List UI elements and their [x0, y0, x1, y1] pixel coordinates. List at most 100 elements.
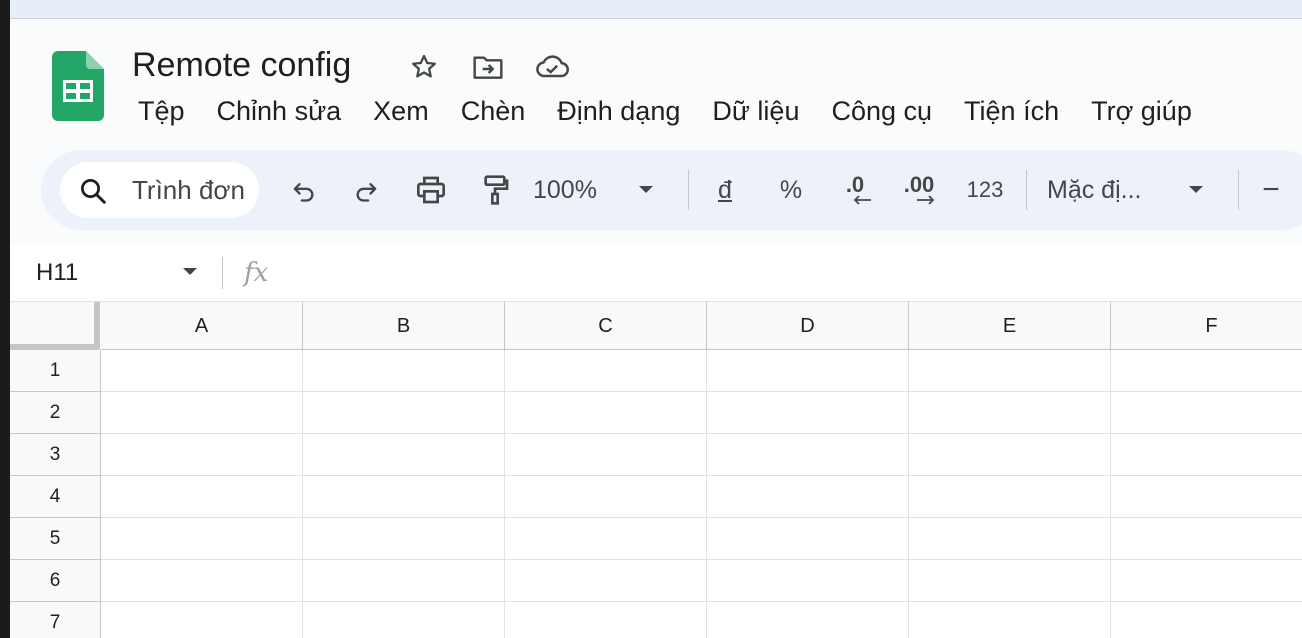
undo-icon[interactable]: [281, 166, 325, 214]
cell-d6[interactable]: [707, 560, 909, 602]
cell-b2[interactable]: [303, 392, 505, 434]
cell-b1[interactable]: [303, 350, 505, 392]
cell-c5[interactable]: [505, 518, 707, 560]
menu-search-text: Trình đơn: [132, 175, 245, 205]
menu-insert[interactable]: Chèn: [445, 91, 542, 131]
font-family-select[interactable]: Mặc đị...: [1047, 166, 1163, 214]
google-sheets-logo[interactable]: [52, 51, 104, 121]
toolbar-separator: [688, 170, 689, 210]
fx-icon: fx: [244, 258, 269, 288]
menu-format[interactable]: Định dạng: [541, 91, 696, 131]
menu-bar: Tệp Chỉnh sửa Xem Chèn Định dạng Dữ liệu…: [122, 91, 1208, 131]
menu-help[interactable]: Trợ giúp: [1075, 91, 1208, 131]
column-header-f[interactable]: F: [1111, 302, 1302, 350]
column-header-e[interactable]: E: [909, 302, 1111, 350]
currency-format-button[interactable]: đ: [705, 166, 745, 214]
zoom-value[interactable]: 100%: [533, 166, 615, 214]
menu-view[interactable]: Xem: [357, 91, 445, 131]
paint-format-icon[interactable]: [473, 166, 517, 214]
toolbar-separator: [1238, 170, 1239, 210]
cell-f1[interactable]: [1111, 350, 1302, 392]
document-title[interactable]: Remote config: [132, 45, 351, 85]
decrease-decimal-label: .0: [845, 172, 865, 197]
cell-f6[interactable]: [1111, 560, 1302, 602]
select-all-corner[interactable]: [10, 302, 100, 350]
cell-e7[interactable]: [909, 602, 1111, 638]
cell-c2[interactable]: [505, 392, 707, 434]
formula-input[interactable]: [300, 253, 1290, 293]
cell-d7[interactable]: [707, 602, 909, 638]
sheets-app: Remote config Tệp Chỉnh sửa Xem Chèn Địn…: [10, 19, 1302, 638]
cell-a2[interactable]: [101, 392, 303, 434]
cell-b4[interactable]: [303, 476, 505, 518]
cell-c4[interactable]: [505, 476, 707, 518]
font-size-decrease-button[interactable]: −: [1254, 166, 1288, 214]
row-header-2[interactable]: 2: [10, 392, 101, 434]
row-header-3[interactable]: 3: [10, 434, 101, 476]
column-header-d[interactable]: D: [707, 302, 909, 350]
cell-c3[interactable]: [505, 434, 707, 476]
cell-e2[interactable]: [909, 392, 1111, 434]
formula-separator: [222, 257, 223, 289]
cell-a1[interactable]: [101, 350, 303, 392]
cell-a3[interactable]: [101, 434, 303, 476]
cell-d3[interactable]: [707, 434, 909, 476]
row-header-1[interactable]: 1: [10, 350, 101, 392]
cell-e3[interactable]: [909, 434, 1111, 476]
cell-f4[interactable]: [1111, 476, 1302, 518]
column-header-b[interactable]: B: [303, 302, 505, 350]
more-formats-button[interactable]: 123: [961, 166, 1009, 214]
cell-a7[interactable]: [101, 602, 303, 638]
row-header-4[interactable]: 4: [10, 476, 101, 518]
column-header-c[interactable]: C: [505, 302, 707, 350]
cell-f2[interactable]: [1111, 392, 1302, 434]
cell-e4[interactable]: [909, 476, 1111, 518]
row-header-5[interactable]: 5: [10, 518, 101, 560]
cell-b3[interactable]: [303, 434, 505, 476]
formula-bar: H11 fx: [10, 245, 1302, 302]
cell-f3[interactable]: [1111, 434, 1302, 476]
name-box-dropdown-icon[interactable]: [182, 267, 198, 277]
cell-e1[interactable]: [909, 350, 1111, 392]
cell-f5[interactable]: [1111, 518, 1302, 560]
cell-c7[interactable]: [505, 602, 707, 638]
cell-b6[interactable]: [303, 560, 505, 602]
menu-tools[interactable]: Công cụ: [815, 91, 948, 131]
font-dropdown-icon[interactable]: [1181, 166, 1211, 214]
cell-a6[interactable]: [101, 560, 303, 602]
print-icon[interactable]: [409, 166, 453, 214]
percent-format-button[interactable]: %: [769, 166, 813, 214]
decrease-decimal-button[interactable]: .0: [831, 166, 879, 214]
cell-d1[interactable]: [707, 350, 909, 392]
cell-d5[interactable]: [707, 518, 909, 560]
menu-extensions[interactable]: Tiện ích: [948, 91, 1075, 131]
cell-a4[interactable]: [101, 476, 303, 518]
cell-c6[interactable]: [505, 560, 707, 602]
cell-a5[interactable]: [101, 518, 303, 560]
toolbar: Trình đơn 100% đ % .0 .00 123 Mặc đị... …: [41, 150, 1302, 230]
increase-decimal-button[interactable]: .00: [893, 166, 945, 214]
cell-b7[interactable]: [303, 602, 505, 638]
sheet-grid: A B C D E F 1 2 3 4 5 6 7: [10, 302, 1302, 638]
menu-file[interactable]: Tệp: [122, 91, 201, 131]
cell-f7[interactable]: [1111, 602, 1302, 638]
zoom-dropdown-icon[interactable]: [631, 166, 661, 214]
redo-icon[interactable]: [345, 166, 389, 214]
cell-d2[interactable]: [707, 392, 909, 434]
cell-e6[interactable]: [909, 560, 1111, 602]
cloud-saved-icon[interactable]: [534, 49, 570, 85]
menu-edit[interactable]: Chỉnh sửa: [201, 91, 358, 131]
cell-d4[interactable]: [707, 476, 909, 518]
name-box[interactable]: H11: [36, 245, 78, 301]
window-left-edge: [0, 0, 10, 638]
cell-c1[interactable]: [505, 350, 707, 392]
star-icon[interactable]: [406, 49, 442, 85]
move-to-folder-icon[interactable]: [470, 49, 506, 85]
menu-search-box[interactable]: Trình đơn: [60, 162, 259, 218]
column-header-a[interactable]: A: [101, 302, 303, 350]
row-header-7[interactable]: 7: [10, 602, 101, 638]
row-header-6[interactable]: 6: [10, 560, 101, 602]
cell-e5[interactable]: [909, 518, 1111, 560]
menu-data[interactable]: Dữ liệu: [696, 91, 815, 131]
cell-b5[interactable]: [303, 518, 505, 560]
